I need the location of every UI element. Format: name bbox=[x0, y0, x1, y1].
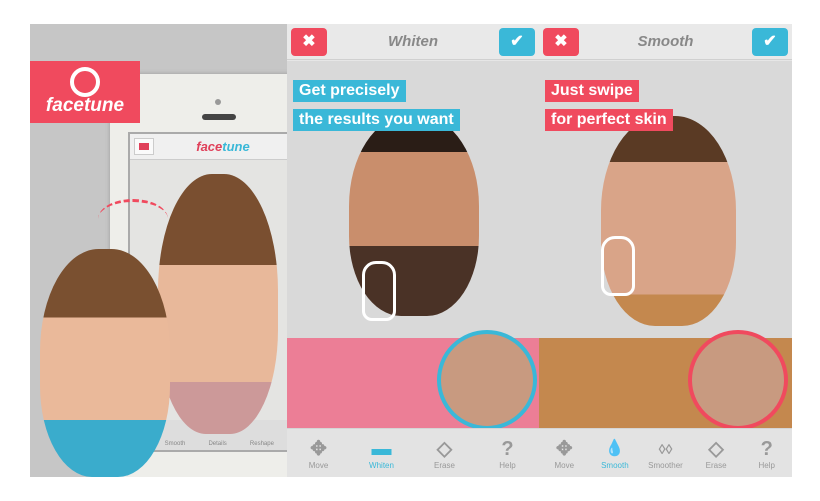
top-bar: ✖ Whiten ✔ bbox=[287, 24, 539, 60]
eraser-icon: ◇ bbox=[708, 437, 724, 460]
caption-line-2: for perfect skin bbox=[545, 109, 673, 131]
tool-help[interactable]: ? Help bbox=[483, 437, 533, 470]
whiten-screen: ✖ Whiten ✔ Get precisely the results you… bbox=[287, 24, 539, 477]
phone-speaker bbox=[202, 114, 236, 120]
toolbar: ✥ Move 💧 Smooth ◊◊ Smoother ◇ Erase ? Help bbox=[539, 428, 792, 477]
phone-app-bar: facetune bbox=[130, 134, 287, 160]
phone-camera bbox=[215, 99, 221, 105]
swipe-hand-icon bbox=[601, 236, 635, 296]
caption-line-1: Get precisely bbox=[293, 80, 406, 102]
help-icon: ? bbox=[760, 437, 773, 460]
phone-logo-tune: tune bbox=[222, 139, 250, 154]
double-drop-icon: ◊◊ bbox=[658, 440, 673, 457]
camera-icon bbox=[134, 138, 154, 155]
phone-logo-face: face bbox=[196, 139, 223, 154]
caption-line-1: Just swipe bbox=[545, 80, 639, 102]
caption-line-2: the results you want bbox=[293, 109, 460, 131]
promo-panel: facetune Smooth Details Reshape Pa facet… bbox=[30, 24, 287, 477]
logo-face-icon bbox=[70, 67, 100, 97]
zoom-preview-circle bbox=[688, 330, 788, 430]
woman-before-photo bbox=[40, 249, 170, 477]
tool-smooth[interactable]: 💧 Smooth bbox=[590, 437, 640, 470]
smooth-screen: ✖ Smooth ✔ Just swipe for perfect skin ✥… bbox=[539, 24, 792, 477]
phone-tool-details: Details bbox=[208, 441, 227, 447]
man-photo[interactable]: Just swipe for perfect skin bbox=[539, 61, 792, 430]
phone-tool-smooth: Smooth bbox=[164, 441, 186, 447]
man-photo-glasses[interactable]: Get precisely the results you want bbox=[287, 61, 539, 430]
toothbrush-icon: ▬ bbox=[371, 437, 392, 460]
facetune-logo: facetune bbox=[30, 61, 140, 123]
zoom-preview-circle bbox=[437, 330, 537, 430]
drop-icon: 💧 bbox=[604, 439, 625, 457]
tool-help[interactable]: ? Help bbox=[742, 437, 792, 470]
tool-move[interactable]: ✥ Move bbox=[539, 437, 589, 470]
eraser-icon: ◇ bbox=[436, 437, 453, 460]
top-bar: ✖ Smooth ✔ bbox=[539, 24, 792, 60]
confirm-button[interactable]: ✔ bbox=[752, 28, 788, 56]
tool-erase[interactable]: ◇ Erase bbox=[691, 437, 741, 470]
tool-erase[interactable]: ◇ Erase bbox=[420, 437, 470, 470]
tool-move[interactable]: ✥ Move bbox=[294, 437, 344, 470]
tool-whiten[interactable]: ▬ Whiten bbox=[357, 437, 407, 470]
dashed-arrow-icon bbox=[98, 199, 168, 239]
swipe-hand-icon bbox=[362, 261, 396, 321]
move-icon: ✥ bbox=[310, 437, 327, 460]
tool-smoother[interactable]: ◊◊ Smoother bbox=[640, 437, 690, 470]
toolbar: ✥ Move ▬ Whiten ◇ Erase ? Help bbox=[287, 428, 539, 477]
move-icon: ✥ bbox=[555, 437, 573, 460]
woman-after-photo bbox=[158, 174, 278, 434]
phone-tool-reshape: Reshape bbox=[249, 441, 274, 447]
help-icon: ? bbox=[501, 437, 514, 460]
confirm-button[interactable]: ✔ bbox=[499, 28, 535, 56]
